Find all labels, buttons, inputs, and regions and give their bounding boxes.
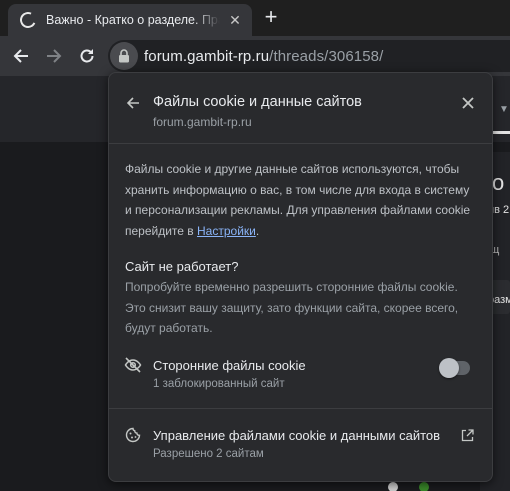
popup-subtitle: forum.gambit-rp.ru [153,115,252,129]
divider [109,143,492,144]
browser-toolbar: forum.gambit-rp.ru/threads/306158/ [0,36,510,76]
arrow-left-icon [13,49,28,63]
lock-icon [119,49,129,63]
site-broken-text: Попробуйте временно разрешить сторонние … [125,280,459,335]
popup-back-button[interactable] [123,93,143,113]
close-icon [462,97,474,109]
url-host: forum.gambit-rp.ru [144,47,270,65]
url-path: /threads/306158/ [269,47,384,65]
url-text: forum.gambit-rp.ru/threads/306158/ [144,48,383,65]
settings-link[interactable]: Настройки [197,224,256,238]
tab-title: Важно - Кратко о разделе. Правила [46,13,220,27]
description-end: . [255,223,260,238]
panel-fragment-heading: о [492,170,505,195]
forward-button[interactable] [42,44,66,68]
divider [109,408,492,409]
new-tab-button[interactable]: + [260,4,282,29]
back-button[interactable] [9,44,33,68]
third-party-cookies-status: 1 заблокированный сайт [153,378,285,390]
tab-close-icon[interactable]: ✕ [226,11,244,29]
tab-strip: Важно - Кратко о разделе. Правила ✕ + [0,0,510,36]
site-info-button[interactable] [110,42,138,70]
third-party-cookies-label: Сторонние файлы cookie [153,358,306,373]
external-link-icon[interactable] [459,427,475,443]
arrow-left-icon [126,97,139,109]
cookie-description: Файлы cookie и другие данные сайтов испо… [125,159,475,241]
popup-close-button[interactable] [458,93,478,113]
reload-button[interactable] [75,44,99,68]
toggle-knob [439,358,459,378]
arrow-right-icon [47,49,62,63]
browser-tab[interactable]: Важно - Кратко о разделе. Правила ✕ [8,4,252,36]
site-favicon-icon [17,9,39,31]
cookies-popup: Файлы cookie и данные сайтов forum.gambi… [108,72,493,482]
site-broken-heading: Сайт не работает? [125,259,239,274]
popup-title: Файлы cookie и данные сайтов [153,94,362,110]
address-bar[interactable]: forum.gambit-rp.ru/threads/306158/ [108,40,510,72]
third-party-cookies-toggle[interactable] [439,358,470,378]
description-text: Файлы cookie и другие данные сайтов испо… [125,162,471,238]
eye-off-icon [124,356,142,374]
cookie-icon [124,426,142,444]
manage-cookies-status: Разрешено 2 сайтам [153,448,264,460]
reload-icon [80,49,94,63]
manage-cookies-link[interactable]: Управление файлами cookie и данными сайт… [153,428,440,443]
dropdown-caret-icon[interactable]: ▼ [499,104,509,115]
